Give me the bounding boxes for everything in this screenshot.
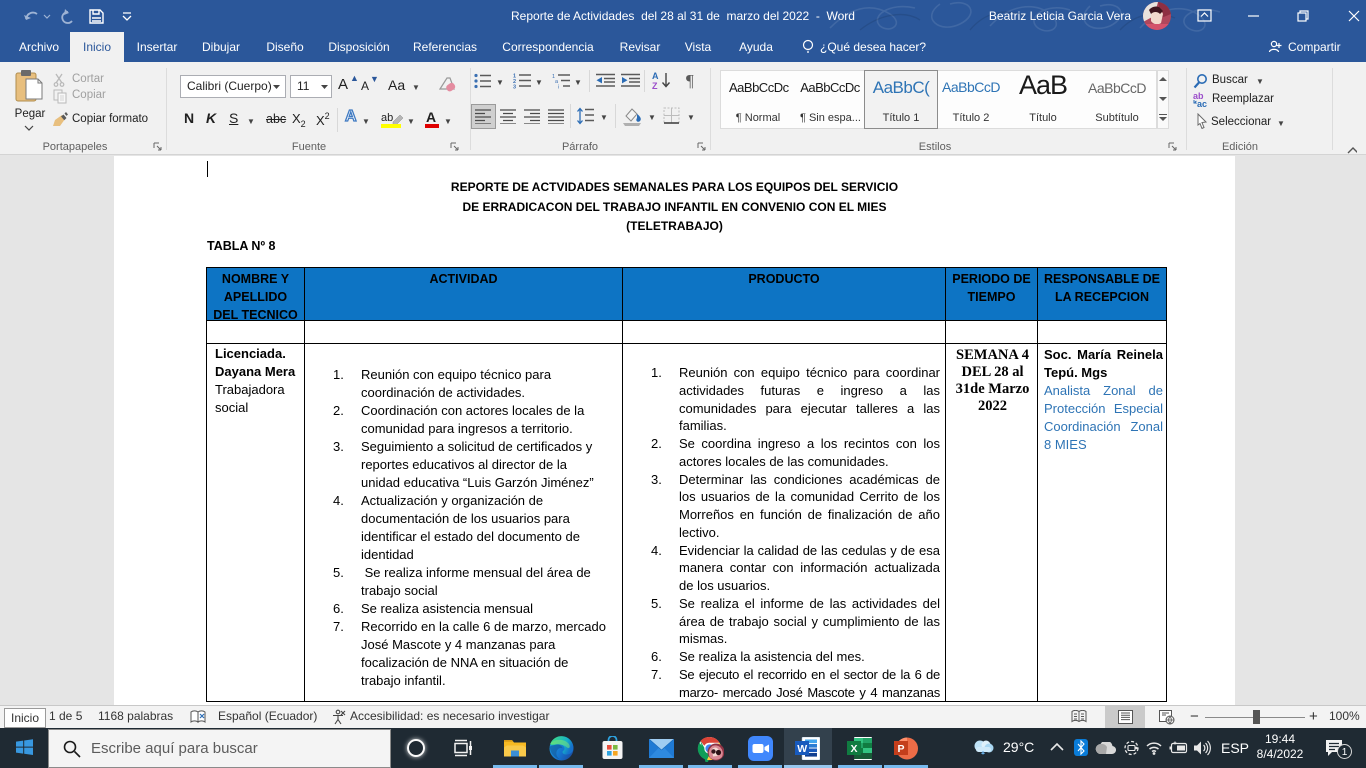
svg-text:X: X bbox=[851, 743, 858, 755]
svg-text:ab: ab bbox=[381, 112, 393, 124]
svg-text:A: A bbox=[652, 71, 659, 81]
svg-text:i: i bbox=[558, 85, 559, 90]
svg-text:Z: Z bbox=[652, 81, 658, 90]
svg-text:W: W bbox=[797, 743, 807, 755]
svg-text:P: P bbox=[898, 743, 905, 755]
svg-text:ac: ac bbox=[1197, 99, 1207, 108]
svg-text:3: 3 bbox=[513, 85, 516, 90]
